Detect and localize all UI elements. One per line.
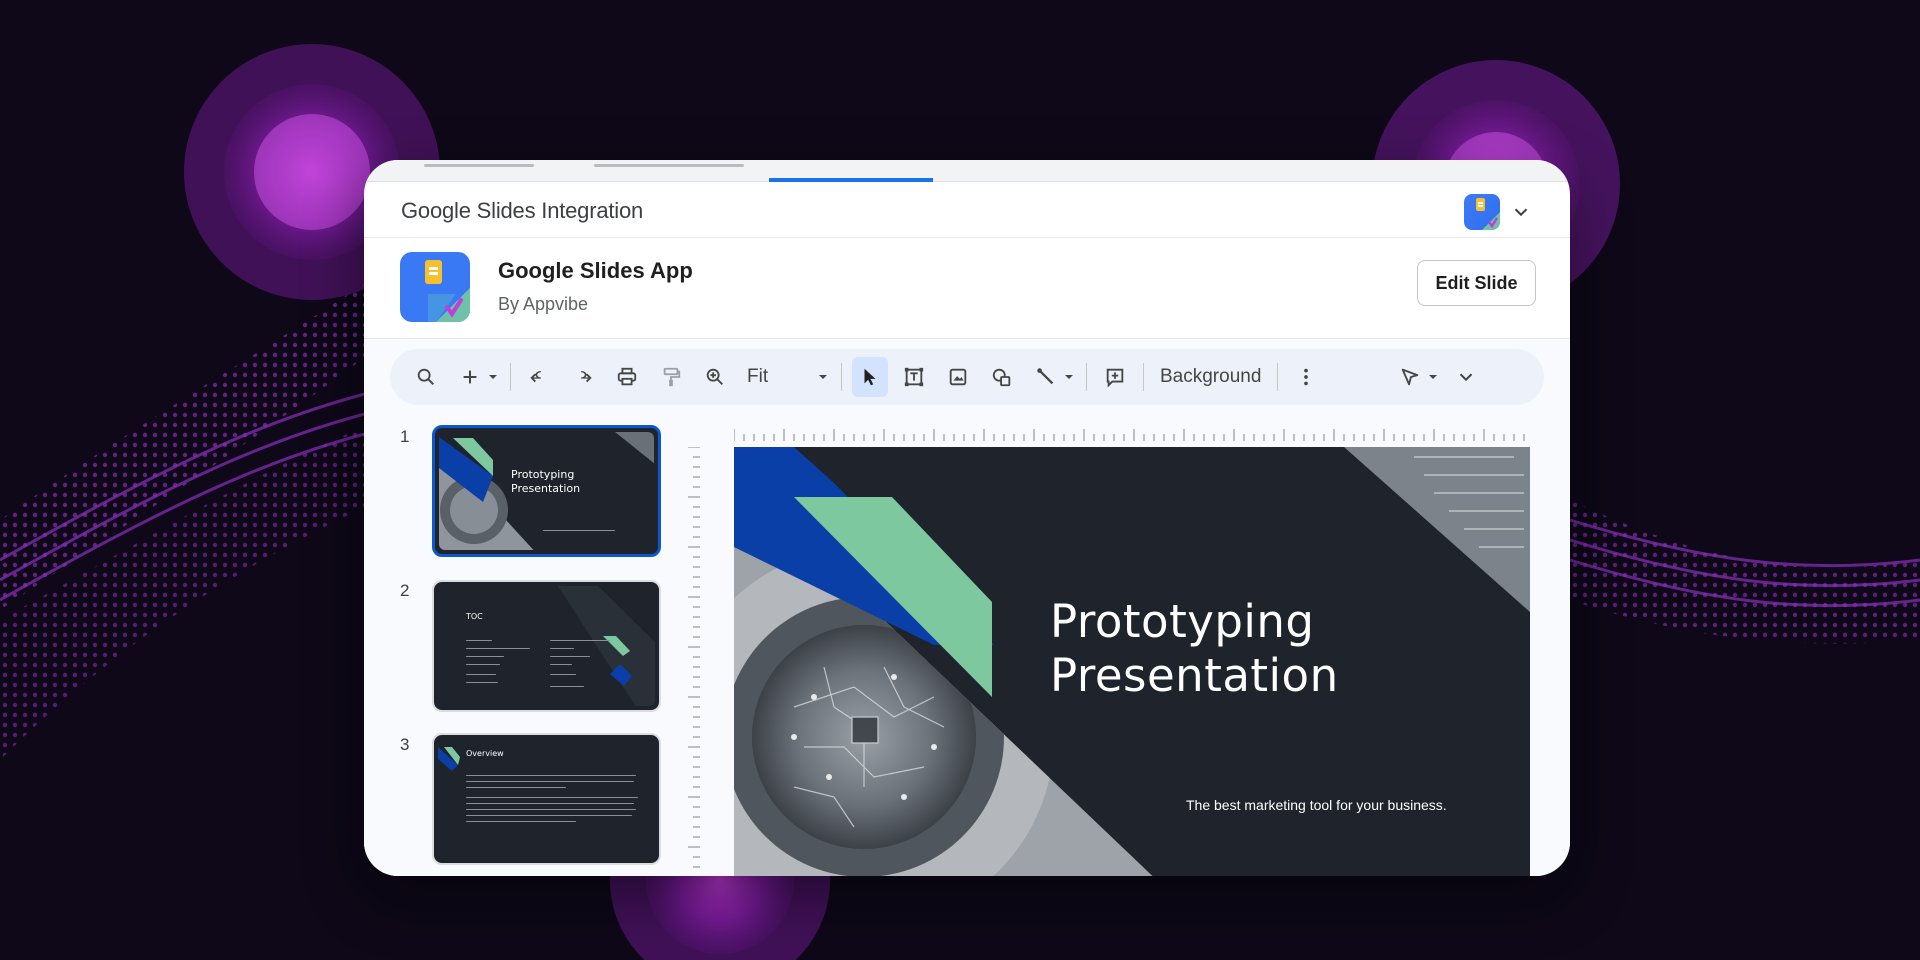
add-dropdown-icon[interactable] bbox=[486, 357, 500, 397]
more-icon[interactable] bbox=[1288, 357, 1324, 397]
toolbar-divider bbox=[841, 363, 842, 391]
slides-app-logo bbox=[400, 252, 470, 322]
slide-thumbnail-3[interactable]: Overview bbox=[432, 733, 661, 865]
slide-title[interactable]: Prototyping Presentation bbox=[1050, 595, 1339, 703]
thumb-1-subtitle-line bbox=[543, 530, 615, 531]
slide-title-line1: Prototyping bbox=[1050, 595, 1315, 648]
slide-number: 2 bbox=[400, 581, 410, 600]
slide-thumbnail-1[interactable]: Prototyping Presentation bbox=[432, 425, 661, 557]
background-button[interactable]: Background bbox=[1150, 357, 1271, 397]
slide-canvas[interactable]: Prototyping Presentation The best market… bbox=[734, 447, 1530, 876]
editor-toolbar: Fit Background bbox=[390, 349, 1544, 405]
slide-title-line2: Presentation bbox=[1050, 649, 1339, 702]
search-icon[interactable] bbox=[408, 357, 444, 397]
redo-icon[interactable] bbox=[565, 357, 601, 397]
shape-icon[interactable] bbox=[984, 357, 1020, 397]
thumb-3-title: Overview bbox=[466, 749, 504, 758]
zoom-dropdown-icon bbox=[819, 375, 827, 379]
toolbar-divider bbox=[510, 363, 511, 391]
horizontal-ruler bbox=[734, 429, 1525, 441]
zoom-select[interactable]: Fit bbox=[737, 357, 835, 397]
app-switcher[interactable] bbox=[1464, 194, 1532, 230]
paint-format-icon[interactable] bbox=[653, 357, 689, 397]
chevron-down-icon[interactable] bbox=[1448, 357, 1484, 397]
panel-header: Google Slides Integration bbox=[364, 182, 1570, 238]
slide-thumbnail-2[interactable]: TOC bbox=[432, 580, 661, 712]
comment-icon[interactable] bbox=[1097, 357, 1133, 397]
add-icon[interactable] bbox=[452, 357, 488, 397]
thumb-1-title-line2: Presentation bbox=[511, 482, 581, 495]
toolbar-divider bbox=[1143, 363, 1144, 391]
pen-icon[interactable] bbox=[1392, 357, 1428, 397]
app-name: Google Slides App bbox=[498, 258, 693, 283]
toolbar-divider bbox=[1086, 363, 1087, 391]
undo-icon[interactable] bbox=[521, 357, 557, 397]
text-box-icon[interactable] bbox=[896, 357, 932, 397]
slide-subtitle[interactable]: The best marketing tool for your busines… bbox=[1186, 797, 1447, 813]
zoom-value: Fit bbox=[747, 366, 769, 387]
slides-app-icon bbox=[1464, 194, 1500, 230]
print-icon[interactable] bbox=[609, 357, 645, 397]
app-info-row: Google Slides App By Appvibe Edit Slide bbox=[364, 238, 1570, 339]
slide-number: 1 bbox=[400, 427, 410, 446]
edit-slide-button[interactable]: Edit Slide bbox=[1417, 260, 1536, 306]
toolbar-divider bbox=[1277, 363, 1279, 391]
image-icon[interactable] bbox=[940, 357, 976, 397]
thumb-1-title-line1: Prototyping bbox=[511, 468, 575, 481]
app-author: By Appvibe bbox=[498, 294, 589, 314]
vertical-ruler bbox=[688, 447, 700, 868]
chevron-down-icon[interactable] bbox=[1510, 201, 1532, 223]
tab-strip bbox=[364, 160, 1570, 182]
slide-number: 3 bbox=[400, 735, 410, 754]
pen-dropdown-icon[interactable] bbox=[1426, 357, 1440, 397]
panel-title: Google Slides Integration bbox=[401, 198, 644, 223]
line-dropdown-icon[interactable] bbox=[1062, 357, 1076, 397]
line-icon[interactable] bbox=[1028, 357, 1064, 397]
select-icon[interactable] bbox=[852, 357, 888, 397]
slides-editor: Fit Background 1 Prototyping Presentatio… bbox=[364, 339, 1570, 876]
slide-filmstrip: 1 Prototyping Presentation 2 TOC 3 Overv… bbox=[364, 425, 684, 876]
thumb-2-title: TOC bbox=[466, 612, 483, 621]
slides-integration-card: Google Slides Integration Google Slides … bbox=[364, 160, 1570, 876]
zoom-icon[interactable] bbox=[697, 357, 733, 397]
